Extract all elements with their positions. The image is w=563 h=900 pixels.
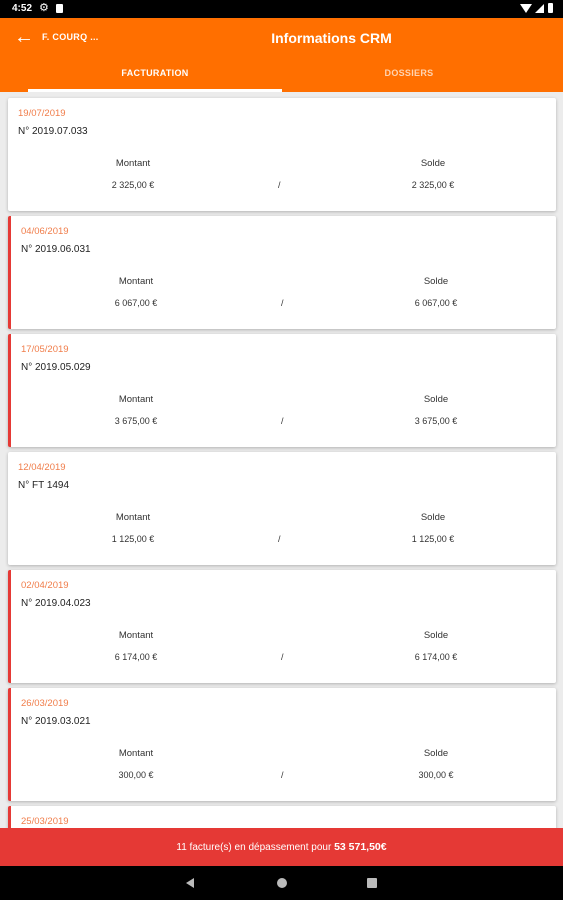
separator: / [281,416,284,426]
invoice-date: 19/07/2019 [18,108,66,119]
invoice-date: 04/06/2019 [21,226,69,237]
invoice-number: N° 2019.07.033 [18,126,88,137]
solde-label: Solde [420,158,446,169]
montant-value: 6 067,00 € [114,298,158,308]
battery-icon [548,3,553,13]
solde-value: 6 174,00 € [414,652,458,662]
montant-value: 2 325,00 € [111,180,155,190]
invoice-number: N° 2019.04.023 [21,598,91,609]
summary-amount: 53 571,50€ [334,841,387,853]
solde-label: Solde [420,512,446,523]
page-title: Informations CRM [271,30,392,46]
nav-home-icon[interactable] [277,878,287,888]
nav-back-icon[interactable] [186,878,194,888]
solde-label: Solde [423,748,449,759]
invoice-card[interactable]: 19/07/2019 N° 2019.07.033 Montant Solde … [8,98,556,211]
separator: / [281,298,284,308]
solde-value: 3 675,00 € [414,416,458,426]
status-bar: 4:52 ⚙ [0,0,563,18]
separator: / [281,770,284,780]
invoice-date: 12/04/2019 [18,462,66,473]
montant-value: 1 125,00 € [111,534,155,544]
invoice-card[interactable]: 12/04/2019 N° FT 1494 Montant Solde 1 12… [8,452,556,565]
invoice-number: N° 2019.05.029 [21,362,91,373]
montant-label: Montant [115,158,151,169]
invoice-number: N° 2019.06.031 [21,244,91,255]
invoice-date: 17/05/2019 [21,344,69,355]
settings-gear-icon: ⚙ [39,2,49,14]
montant-value: 3 675,00 € [114,416,158,426]
sd-card-icon [56,4,63,13]
solde-value: 6 067,00 € [414,298,458,308]
montant-label: Montant [118,748,154,759]
signal-icon [535,4,544,13]
montant-value: 6 174,00 € [114,652,158,662]
solde-value: 300,00 € [418,770,454,780]
montant-label: Montant [118,394,154,405]
solde-label: Solde [423,630,449,641]
invoice-date: 26/03/2019 [21,698,69,709]
montant-label: Montant [118,276,154,287]
invoice-number: N° FT 1494 [18,480,70,491]
tab-dossiers[interactable]: DOSSIERS [282,62,536,92]
invoice-number: N° 2019.03.021 [21,716,91,727]
solde-value: 2 325,00 € [411,180,455,190]
invoice-date: 02/04/2019 [21,580,69,591]
montant-value: 300,00 € [118,770,154,780]
overdue-summary-bar: 11 facture(s) en dépassement pour 53 571… [0,828,563,866]
navigation-bar [0,866,563,900]
invoice-list[interactable]: 19/07/2019 N° 2019.07.033 Montant Solde … [0,92,563,828]
separator: / [281,652,284,662]
separator: / [278,180,281,190]
tab-facturation[interactable]: FACTURATION [28,62,282,92]
invoice-card[interactable]: 02/04/2019 N° 2019.04.023 Montant Solde … [8,570,556,683]
solde-label: Solde [423,394,449,405]
status-time: 4:52 [12,3,33,14]
invoice-card[interactable]: 17/05/2019 N° 2019.05.029 Montant Solde … [8,334,556,447]
app-bar: ← F. COURQ ... Informations CRM FACTURAT… [0,18,563,92]
solde-label: Solde [423,276,449,287]
invoice-card[interactable]: 26/03/2019 N° 2019.03.021 Montant Solde … [8,688,556,801]
solde-value: 1 125,00 € [411,534,455,544]
montant-label: Montant [115,512,151,523]
invoice-card[interactable]: 25/03/2019 [8,806,556,828]
summary-text: 11 facture(s) en dépassement pour [176,842,335,853]
invoice-date: 25/03/2019 [21,816,69,827]
montant-label: Montant [118,630,154,641]
wifi-icon [520,4,532,13]
separator: / [278,534,281,544]
nav-recents-icon[interactable] [367,878,377,888]
invoice-card[interactable]: 04/06/2019 N° 2019.06.031 Montant Solde … [8,216,556,329]
